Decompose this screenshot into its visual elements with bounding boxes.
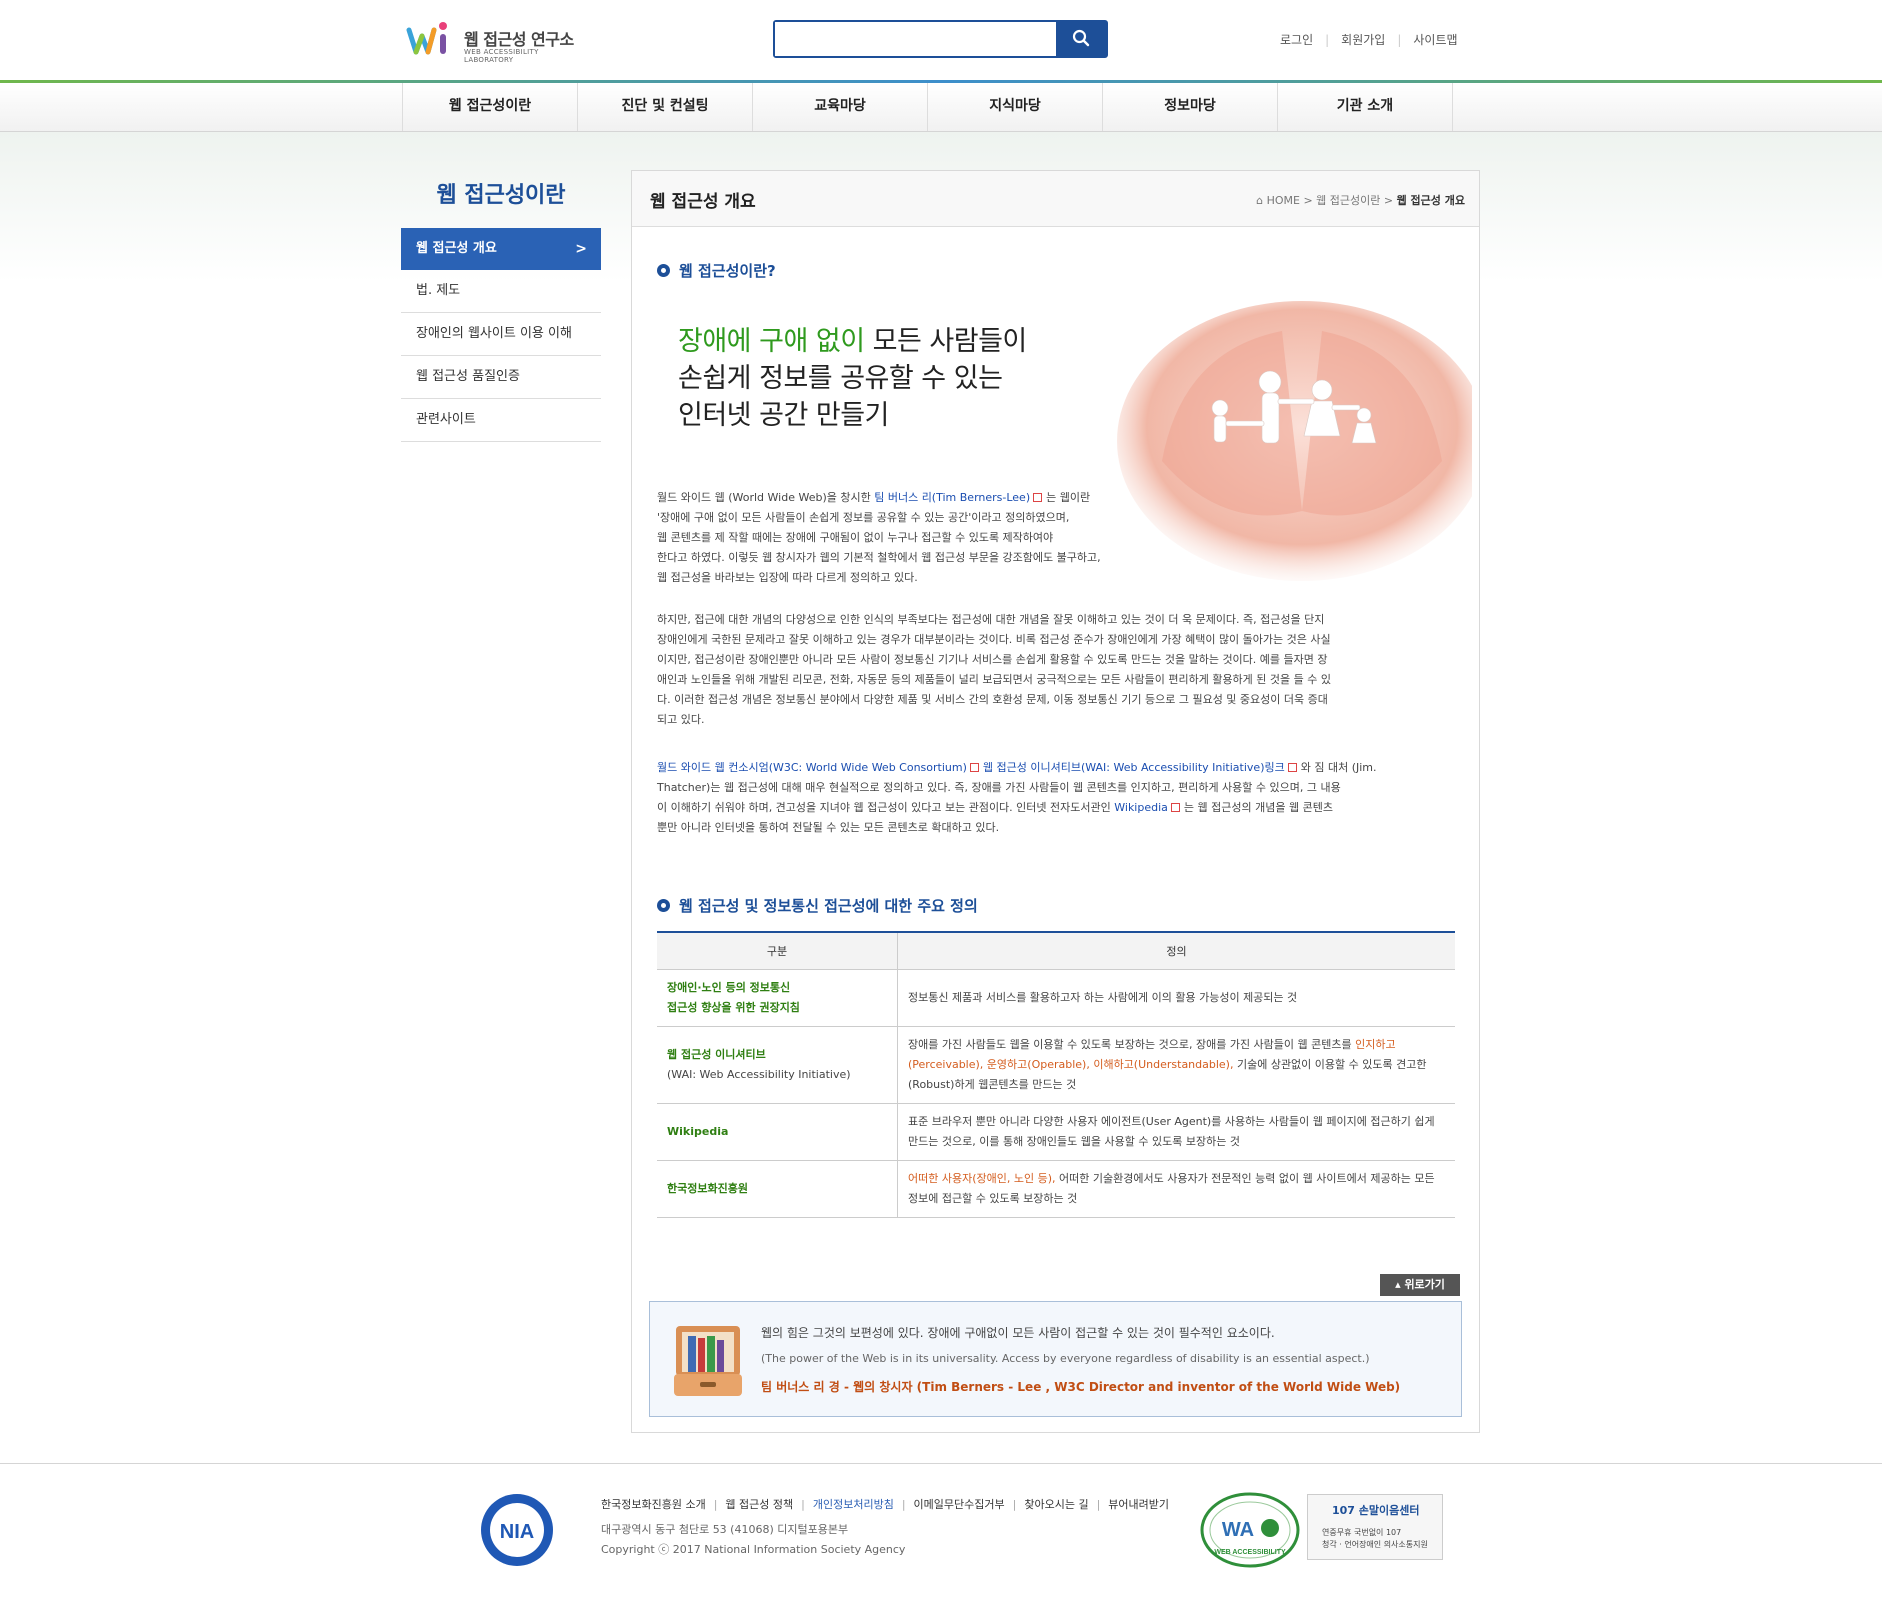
header: 웹 접근성 연구소 WEB ACCESSIBILITY LABORATORY 로…	[0, 0, 1882, 82]
gnb-item-about[interactable]: 웹 접근성이란	[403, 83, 578, 131]
side-nav-item-certification[interactable]: 웹 접근성 품질인증	[401, 356, 601, 399]
slogan: 장애에 구애 없이 모든 사람들이 손쉽게 정보를 공유할 수 있는 인터넷 공…	[678, 326, 1027, 431]
main-nav: 웹 접근성이란 진단 및 컨설팅 교육마당 지식마당 정보마당 기관 소개	[0, 83, 1882, 132]
sitemap-link[interactable]: 사이트맵	[1413, 33, 1457, 47]
breadcrumb: ⌂ HOME > 웹 접근성이란 > 웹 접근성 개요	[1256, 194, 1465, 207]
bookcase-icon	[674, 1326, 742, 1396]
definitions-table: 구분 정의 장애인·노인 등의 정보통신 접근성 향상을 위한 권장지침 정보통신…	[657, 931, 1455, 1218]
table-row: 한국정보화진흥원 어떠한 사용자(장애인, 노인 등), 어떠한 기술환경에서도…	[657, 1160, 1455, 1218]
home-icon: ⌂	[1256, 194, 1264, 207]
gnb-item-knowledge[interactable]: 지식마당	[928, 83, 1103, 131]
wikipedia-link[interactable]: Wikipedia	[1114, 801, 1168, 814]
quote-korean: 웹의 힘은 그것의 보편성에 있다. 장애에 구애없이 모든 사람이 접근할 수…	[761, 1326, 1275, 1340]
table-row: Wikipedia 표준 브라우저 뿐만 아니라 다양한 사용자 에이전트(Us…	[657, 1103, 1455, 1161]
external-link-icon	[1170, 803, 1180, 812]
quote-box: 웹의 힘은 그것의 보편성에 있다. 장애에 구애없이 모든 사람이 접근할 수…	[649, 1301, 1462, 1417]
side-nav-item-related-sites[interactable]: 관련사이트	[401, 399, 601, 442]
relay-center-banner[interactable]: 107 손말이음센터 연중무휴 국번없이 107 청각 · 언어장애인 의사소통…	[1307, 1494, 1443, 1560]
search-button[interactable]	[1056, 22, 1106, 56]
relay-center-title: 107 손말이음센터	[1332, 1504, 1420, 1517]
gnb-item-education[interactable]: 교육마당	[753, 83, 928, 131]
footer-link-email[interactable]: 이메일무단수집거부	[914, 1498, 1005, 1511]
svg-text:WEB ACCESSIBILITY: WEB ACCESSIBILITY	[1214, 1549, 1286, 1556]
search-input[interactable]	[775, 22, 1055, 56]
table-header: 구분	[657, 931, 898, 970]
footer-links: 한국정보화진흥원 소개 | 웹 접근성 정책 | 개인정보처리방침 | 이메일무단수집거부 |…	[601, 1498, 1170, 1511]
table-header: 정의	[897, 931, 1455, 970]
footer-address: 대구광역시 동구 첨단로 53 (41068) 디지털포용본부	[601, 1523, 849, 1536]
footer-copyright: Copyright ⓒ 2017 National Information So…	[601, 1543, 906, 1556]
search-box	[773, 20, 1108, 58]
svg-text:WA: WA	[1222, 1519, 1254, 1541]
svg-text:NIA: NIA	[500, 1521, 534, 1543]
breadcrumb-current: 웹 접근성 개요	[1396, 194, 1465, 207]
join-link[interactable]: 회원가입	[1341, 33, 1385, 47]
section-heading: 웹 접근성 및 정보통신 접근성에 대한 주요 정의	[657, 895, 978, 916]
content-header: 웹 접근성 개요 ⌂ HOME > 웹 접근성이란 > 웹 접근성 개요	[632, 171, 1479, 227]
w3c-link[interactable]: 월드 와이드 웹 컨소시엄(W3C: World Wide Web Consor…	[657, 761, 967, 774]
side-nav-item-overview[interactable]: 웹 접근성 개요 >	[401, 228, 601, 270]
side-nav-item-law[interactable]: 법. 제도	[401, 270, 601, 313]
search-icon	[1072, 29, 1090, 46]
external-link-icon	[1287, 763, 1297, 772]
logo-subtitle: WEB ACCESSIBILITY LABORATORY	[464, 48, 539, 64]
page-title: 웹 접근성 개요	[650, 192, 756, 212]
side-nav-item-disabled-use[interactable]: 장애인의 웹사이트 이용 이해	[401, 313, 601, 356]
chevron-right-icon: >	[575, 241, 587, 257]
tim-berners-lee-link[interactable]: 팀 버너스 리(Tim Berners-Lee)	[874, 491, 1030, 504]
footer-link-viewer[interactable]: 뷰어내려받기	[1108, 1498, 1169, 1511]
nia-logo: NIA	[481, 1494, 553, 1566]
logo-icon	[406, 22, 447, 55]
external-link-icon	[1033, 493, 1043, 502]
wai-link[interactable]: 웹 접근성 이니셔티브(WAI: Web Accessibility Initi…	[983, 761, 1285, 774]
wa-certification-badge: WA WEB ACCESSIBILITY	[1200, 1492, 1300, 1568]
breadcrumb-home[interactable]: HOME	[1267, 194, 1300, 207]
footer-link-policy[interactable]: 웹 접근성 정책	[725, 1498, 793, 1511]
gnb-item-organization[interactable]: 기관 소개	[1278, 83, 1453, 131]
back-to-top-button[interactable]: ▴ 위로가기	[1380, 1274, 1460, 1296]
gnb-item-consulting[interactable]: 진단 및 컨설팅	[578, 83, 753, 131]
bullet-icon	[657, 899, 670, 912]
utility-links: 로그인 | 회원가입 | 사이트맵	[1280, 33, 1458, 47]
table-row: 장애인·노인 등의 정보통신 접근성 향상을 위한 권장지침 정보통신 제품과 서…	[657, 969, 1455, 1027]
site-logo[interactable]: 웹 접근성 연구소 WEB ACCESSIBILITY LABORATORY	[406, 18, 586, 64]
footer-link-nia[interactable]: 한국정보화진흥원 소개	[601, 1498, 706, 1511]
gnb-item-information[interactable]: 정보마당	[1103, 83, 1278, 131]
table-row: 웹 접근성 이니셔티브 (WAI: Web Accessibility Initi…	[657, 1026, 1455, 1104]
side-nav: 웹 접근성이란 웹 접근성 개요 > 법. 제도 장애인의 웹사이트 이용 이해…	[401, 170, 601, 442]
logo-name: 웹 접근성 연구소	[464, 30, 574, 49]
content-area: 웹 접근성 개요 ⌂ HOME > 웹 접근성이란 > 웹 접근성 개요 웹 접…	[631, 170, 1480, 1433]
footer-link-privacy[interactable]: 개인정보처리방침	[813, 1498, 894, 1511]
bullet-icon	[657, 264, 670, 277]
concept-paragraph: 하지만, 접근에 대한 개념의 다양성으로 인한 인식의 부족보다는 접근성에 …	[657, 613, 1332, 726]
quote-english: (The power of the Web is in its universa…	[761, 1352, 1370, 1365]
breadcrumb-level1[interactable]: 웹 접근성이란	[1316, 194, 1380, 207]
side-nav-title: 웹 접근성이란	[436, 183, 566, 208]
footer-divider	[0, 1463, 1882, 1464]
quote-attribution: 팀 버너스 리 경 - 웹의 창시자 (Tim Berners - Lee , …	[761, 1380, 1401, 1394]
intro-paragraph: 월드 와이드 웹 (World Wide Web)을 창시한 팀 버너스 리(T…	[657, 491, 1101, 584]
external-link-icon	[969, 763, 979, 772]
login-link[interactable]: 로그인	[1280, 33, 1313, 47]
side-nav-label: 웹 접근성 개요	[416, 241, 497, 256]
footer-link-directions[interactable]: 찾아오시는 길	[1024, 1498, 1088, 1511]
definition-paragraph: 월드 와이드 웹 컨소시엄(W3C: World Wide Web Consor…	[657, 761, 1377, 834]
section-heading: 웹 접근성이란?	[657, 260, 776, 281]
